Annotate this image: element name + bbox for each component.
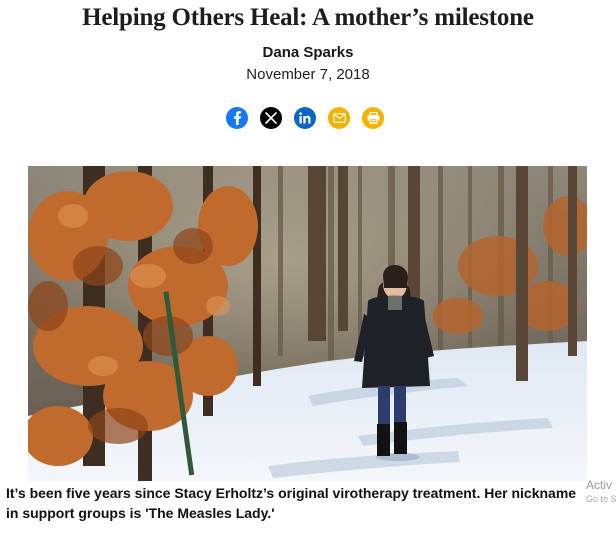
- share-x-button[interactable]: [260, 107, 282, 129]
- publish-date: November 7, 2018: [246, 66, 370, 83]
- share-bar: [226, 107, 384, 129]
- email-icon: [332, 113, 346, 123]
- print-icon: [367, 112, 379, 124]
- share-linkedin-button[interactable]: [294, 107, 316, 129]
- print-button[interactable]: [362, 107, 384, 129]
- share-email-button[interactable]: [328, 107, 350, 129]
- share-facebook-button[interactable]: [226, 107, 248, 129]
- caption-line-2: in support groups is 'The Measles Lady.': [6, 505, 275, 521]
- facebook-icon: [233, 111, 241, 125]
- activate-windows-watermark: Activ: [586, 478, 613, 492]
- article-photo: [28, 166, 587, 481]
- linkedin-icon: [299, 112, 311, 124]
- forest-trail-image: [28, 166, 587, 481]
- article-title: Helping Others Heal: A mother’s mileston…: [82, 4, 534, 31]
- author-name[interactable]: Dana Sparks: [0, 44, 616, 61]
- photo-caption: It’s been five years since Stacy Erholtz…: [6, 483, 606, 523]
- x-icon: [265, 112, 277, 124]
- caption-line-1: It’s been five years since Stacy Erholtz…: [6, 485, 577, 501]
- activate-windows-subtext: Go to S: [586, 494, 616, 504]
